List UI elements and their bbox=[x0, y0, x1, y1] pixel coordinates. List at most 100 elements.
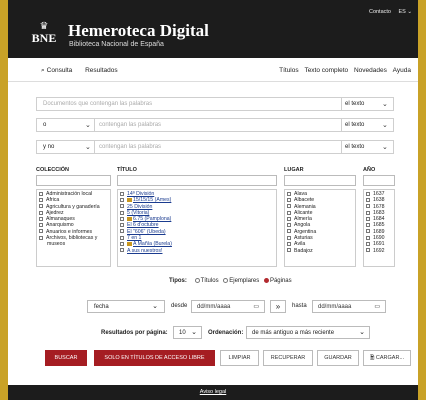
checkbox[interactable] bbox=[39, 229, 43, 234]
radio-paginas[interactable] bbox=[263, 278, 269, 283]
radio-ejemplares[interactable] bbox=[223, 278, 229, 283]
checkbox[interactable] bbox=[39, 235, 43, 240]
checkbox[interactable] bbox=[120, 242, 124, 246]
anio-list[interactable]: 1637 1638 1678 1683 1684 1685 1689 1690 … bbox=[363, 189, 395, 267]
contact-link[interactable]: Contacto bbox=[369, 9, 391, 15]
checkbox[interactable] bbox=[287, 235, 291, 240]
checkbox[interactable] bbox=[366, 216, 370, 221]
search-input-3[interactable]: contengan las palabras bbox=[99, 144, 161, 150]
nav-titulos[interactable]: Títulos bbox=[279, 67, 299, 74]
lugar-list[interactable]: Álava Albacete Alemania Alicante Almería… bbox=[284, 189, 356, 267]
checkbox[interactable] bbox=[366, 197, 370, 202]
checkbox[interactable] bbox=[39, 223, 43, 228]
list-item-label[interactable]: A sus nuestros! bbox=[127, 248, 162, 254]
checkbox[interactable] bbox=[366, 235, 370, 240]
checkbox[interactable] bbox=[120, 204, 124, 209]
radio-paginas-label[interactable]: Páginas bbox=[270, 278, 292, 284]
checkbox[interactable] bbox=[120, 216, 124, 221]
list-item-label[interactable]: 25 División bbox=[127, 204, 152, 210]
checkbox[interactable] bbox=[39, 197, 43, 202]
list-item[interactable]: A sus nuestros! bbox=[120, 248, 274, 254]
checkbox[interactable] bbox=[287, 197, 291, 202]
scope-select-3[interactable]: el texto bbox=[345, 144, 364, 150]
desde-date-input[interactable]: dd/mm/aaaa ▭ bbox=[191, 300, 265, 313]
aviso-legal-link[interactable]: Aviso legal bbox=[200, 389, 227, 395]
checkbox[interactable] bbox=[120, 229, 124, 234]
radio-titulos[interactable] bbox=[194, 278, 200, 283]
limpiar-button[interactable]: LIMPIAR bbox=[220, 350, 259, 366]
operator-select-3[interactable]: y no bbox=[43, 144, 54, 150]
cargar-button[interactable]: 🗎 CARGAR... bbox=[363, 350, 411, 366]
guardar-button[interactable]: GUARDAR bbox=[317, 350, 359, 366]
checkbox[interactable] bbox=[120, 248, 124, 253]
checkbox[interactable] bbox=[39, 216, 43, 221]
list-item-label[interactable]: 14ª División bbox=[127, 191, 154, 197]
nav-texto-completo[interactable]: Texto completo bbox=[304, 67, 348, 74]
checkbox[interactable] bbox=[366, 191, 370, 196]
nav-ayuda[interactable]: Ayuda bbox=[393, 67, 411, 74]
acceso-libre-button[interactable]: SOLO EN TÍTULOS DE ACCESO LIBRE bbox=[94, 350, 215, 366]
coleccion-list[interactable]: Administración local África Agricultura … bbox=[36, 189, 111, 267]
titulo-filter-input[interactable] bbox=[117, 175, 277, 186]
checkbox[interactable] bbox=[366, 242, 370, 246]
list-item-label[interactable]: 5 (Vitoria) bbox=[127, 210, 149, 216]
site-title[interactable]: Hemeroteca Digital bbox=[68, 22, 209, 40]
buscar-button[interactable]: BUSCAR bbox=[45, 350, 87, 366]
checkbox[interactable] bbox=[120, 191, 124, 196]
list-item-label[interactable]: A Mañía (Burela) bbox=[133, 241, 172, 247]
scope-select-1[interactable]: el texto bbox=[345, 101, 364, 107]
list-item-label[interactable]: El 6 d'octubre bbox=[127, 222, 159, 228]
list-item[interactable]: 1692 bbox=[366, 248, 392, 254]
checkbox[interactable] bbox=[120, 235, 124, 240]
coleccion-filter-input[interactable] bbox=[36, 175, 111, 186]
order-select[interactable]: de más antiguo a más reciente ⌄ bbox=[246, 326, 370, 339]
list-item[interactable]: Archivos, bibliotecas y museos bbox=[39, 235, 108, 248]
per-page-select[interactable]: 10 ⌄ bbox=[173, 326, 202, 339]
checkbox[interactable] bbox=[287, 191, 291, 196]
list-item-label[interactable]: 6.75 (Pamplona) bbox=[133, 216, 171, 222]
checkbox[interactable] bbox=[120, 197, 124, 202]
checkbox[interactable] bbox=[366, 223, 370, 228]
list-item-label[interactable]: 15/15/15 (Ames) bbox=[133, 197, 171, 203]
list-item[interactable]: Badajoz bbox=[287, 248, 353, 254]
checkbox[interactable] bbox=[366, 210, 370, 215]
list-item-label[interactable]: El "606" (Úbeda) bbox=[127, 229, 166, 235]
hasta-date-input[interactable]: dd/mm/aaaa ▭ bbox=[312, 300, 386, 313]
tab-consulta[interactable]: ⌕ Consulta bbox=[41, 67, 72, 74]
tab-resultados[interactable]: Resultados bbox=[85, 67, 118, 74]
scope-select-2[interactable]: el texto bbox=[345, 122, 364, 128]
list-item-label: Alicante bbox=[294, 209, 313, 216]
checkbox[interactable] bbox=[366, 248, 370, 253]
lugar-filter-input[interactable] bbox=[284, 175, 356, 186]
checkbox[interactable] bbox=[120, 223, 124, 228]
language-selector[interactable]: ES ⌄ bbox=[399, 9, 412, 15]
checkbox[interactable] bbox=[287, 216, 291, 221]
operator-select-2[interactable]: o bbox=[43, 122, 46, 128]
radio-ejemplares-label[interactable]: Ejemplares bbox=[229, 278, 259, 284]
checkbox[interactable] bbox=[120, 210, 124, 215]
checkbox[interactable] bbox=[287, 242, 291, 246]
bne-logo[interactable]: ♛ BNE bbox=[31, 22, 57, 45]
nav-novedades[interactable]: Novedades bbox=[354, 67, 387, 74]
checkbox[interactable] bbox=[287, 248, 291, 253]
checkbox[interactable] bbox=[39, 204, 43, 209]
checkbox[interactable] bbox=[287, 204, 291, 209]
checkbox[interactable] bbox=[287, 210, 291, 215]
search-row-2: o ⌄ contengan las palabras el texto ⌄ bbox=[36, 118, 394, 132]
checkbox[interactable] bbox=[39, 210, 43, 215]
recuperar-button[interactable]: RECUPERAR bbox=[263, 350, 313, 366]
checkbox[interactable] bbox=[287, 223, 291, 228]
search-input-2[interactable]: contengan las palabras bbox=[99, 122, 161, 128]
checkbox[interactable] bbox=[366, 204, 370, 209]
checkbox[interactable] bbox=[366, 229, 370, 234]
titulo-list[interactable]: 14ª División 15/15/15 (Ames) 25 División… bbox=[117, 189, 277, 267]
checkbox[interactable] bbox=[39, 191, 43, 196]
range-arrow-button[interactable]: » bbox=[270, 300, 286, 313]
search-input-1[interactable]: Documentos que contengan las palabras bbox=[43, 101, 152, 107]
anio-filter-input[interactable] bbox=[363, 175, 395, 186]
order-label: Ordenación: bbox=[208, 330, 244, 336]
radio-titulos-label[interactable]: Títulos bbox=[201, 278, 219, 284]
list-item-label[interactable]: 7 en 1 bbox=[127, 235, 141, 241]
date-field-select[interactable]: fecha ⌄ bbox=[87, 300, 165, 313]
checkbox[interactable] bbox=[287, 229, 291, 234]
